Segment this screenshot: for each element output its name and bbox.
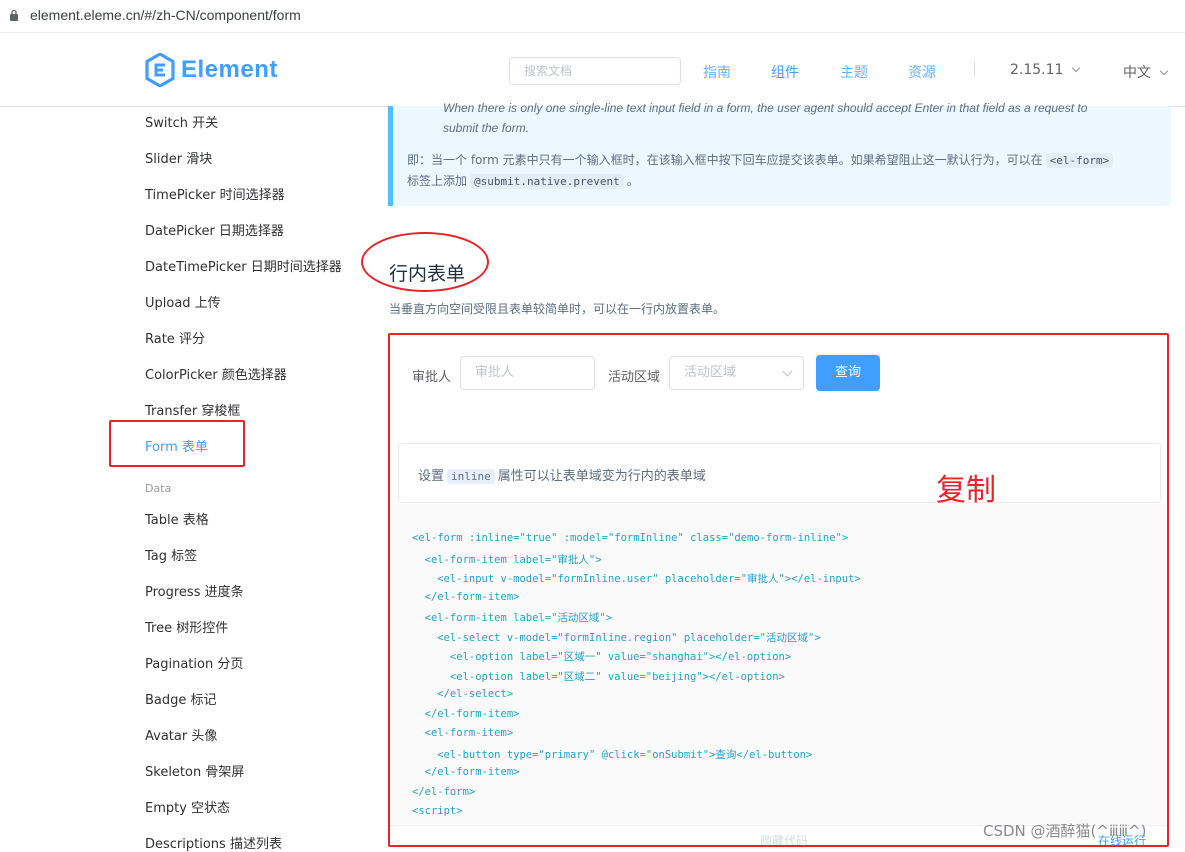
region-select-placeholder: 活动区域	[684, 365, 737, 380]
tip-zh-part-2: 标签上添加	[407, 174, 468, 188]
code-line: <el-form-item label="活动区域">	[412, 612, 613, 624]
code-line: </el-form>	[412, 785, 476, 798]
region-label: 活动区域	[608, 370, 661, 385]
code-line: </el-form-item>	[412, 707, 520, 720]
code-line: <el-form-item>	[412, 727, 514, 739]
chevron-down-icon	[782, 366, 793, 377]
url-text[interactable]: element.eleme.cn/#/zh-CN/component/form	[30, 7, 301, 23]
nav-resource[interactable]: 资源	[908, 62, 936, 82]
language-dropdown[interactable]: 中文	[1123, 62, 1169, 82]
code-line: <el-option label="区域一" value="shanghai">…	[412, 651, 792, 663]
code-line: </el-form-item>	[412, 766, 520, 778]
sidebar-item-tag[interactable]: Tag 标签	[145, 545, 197, 564]
sidebar-item-colorpicker[interactable]: ColorPicker 颜色选择器	[145, 364, 287, 383]
code-line: <script>	[412, 805, 463, 817]
approver-label: 审批人	[412, 370, 452, 385]
element-logo[interactable]: Element	[145, 53, 278, 87]
code-line: <el-option label="区域二" value="beijing"><…	[412, 670, 785, 683]
sidebar-item-tree[interactable]: Tree 树形控件	[145, 617, 228, 636]
nav-guide[interactable]: 指南	[703, 62, 731, 82]
meta-code-inline: inline	[447, 469, 495, 484]
chevron-down-icon	[1072, 63, 1081, 73]
code-line: <el-form-item label="审批人">	[412, 553, 602, 566]
code-block[interactable]: <el-form :inline="true" :model="formInli…	[390, 504, 1167, 824]
sidebar-item-slider[interactable]: Slider 滑块	[145, 148, 212, 167]
tip-en-line-2: submit the form.	[443, 121, 530, 135]
meta-suffix: 属性可以让表单域变为行内的表单域	[497, 469, 706, 484]
tip-en-line-1: When there is only one single-line text …	[443, 101, 1088, 115]
tip-zh-part-1: 即：当一个 form 元素中只有一个输入框时，在该输入框中按下回车应提交该表单。…	[407, 153, 1043, 167]
sidebar-item-skeleton[interactable]: Skeleton 骨架屏	[145, 761, 244, 780]
form-item-annotation-box	[109, 420, 245, 467]
tip-english-text: When there is only one single-line text …	[443, 98, 1143, 138]
demo-block: 审批人 审批人 活动区域 活动区域 查询 设置 inline 属性可以让表单域变为行…	[388, 333, 1169, 847]
sidebar-item-empty[interactable]: Empty 空状态	[145, 797, 230, 816]
sidebar-group-data: Data	[145, 482, 172, 495]
language-label: 中文	[1123, 65, 1151, 81]
sidebar-item-badge[interactable]: Badge 标记	[145, 689, 217, 708]
query-button[interactable]: 查询	[816, 355, 880, 391]
tip-code-submit-prevent: @submit.native.prevent	[470, 174, 624, 189]
code-line: <el-button type="primary" @click="onSubm…	[412, 748, 813, 761]
code-line: </el-form-item>	[412, 590, 520, 603]
demo-description-text: 设置 inline 属性可以让表单域变为行内的表单域	[418, 465, 706, 484]
tip-chinese-text: 即：当一个 form 元素中只有一个输入框时，在该输入框中按下回车应提交该表单。…	[407, 150, 1167, 192]
sidebar-item-switch[interactable]: Switch 开关	[145, 112, 218, 131]
sidebar-item-avatar[interactable]: Avatar 头像	[145, 725, 217, 744]
sidebar-item-descriptions[interactable]: Descriptions 描述列表	[145, 833, 282, 852]
section-description: 当垂直方向空间受限且表单较简单时，可以在一行内放置表单。	[389, 302, 726, 316]
doc-search-input[interactable]: 搜索文档	[509, 57, 681, 85]
region-select[interactable]: 活动区域	[669, 356, 804, 390]
nav-component[interactable]: 组件	[771, 62, 799, 82]
nav-theme[interactable]: 主题	[840, 62, 868, 82]
meta-prefix: 设置	[418, 469, 445, 484]
code-line: </el-select>	[412, 688, 514, 700]
code-line: <el-input v-model="formInline.user" plac…	[412, 573, 861, 585]
chevron-down-icon	[1159, 66, 1169, 76]
version-label: 2.15.11	[1010, 62, 1064, 78]
sidebar-item-datetimepicker[interactable]: DateTimePicker 日期时间选择器	[145, 256, 342, 275]
code-line: <el-form :inline="true" :model="formInli…	[412, 532, 849, 544]
sidebar-item-datepicker[interactable]: DatePicker 日期选择器	[145, 220, 284, 239]
hide-code-button[interactable]: 隐藏代码	[760, 832, 808, 845]
approver-input[interactable]: 审批人	[460, 356, 595, 390]
browser-address-bar[interactable]: element.eleme.cn/#/zh-CN/component/form	[0, 0, 1185, 33]
site-header: Element 搜索文档 指南 组件 主题 资源 2.15.11 中文	[0, 33, 1185, 107]
code-line: <el-select v-model="formInline.region" p…	[412, 631, 821, 644]
lock-icon	[10, 9, 18, 21]
nav-divider	[974, 62, 975, 77]
sidebar-item-pagination[interactable]: Pagination 分页	[145, 653, 243, 672]
sidebar-item-table[interactable]: Table 表格	[145, 509, 209, 528]
version-dropdown[interactable]: 2.15.11	[1010, 62, 1081, 78]
sidebar-item-upload[interactable]: Upload 上传	[145, 292, 221, 311]
copy-annotation: 复制	[936, 473, 996, 508]
sidebar-item-progress[interactable]: Progress 进度条	[145, 581, 244, 600]
logo-text: Element	[181, 56, 278, 83]
title-annotation-circle	[361, 232, 489, 292]
tip-zh-part-3: 。	[626, 174, 639, 188]
tip-code-el-form: <el-form>	[1045, 153, 1114, 168]
demo-description: 设置 inline 属性可以让表单域变为行内的表单域	[398, 443, 1161, 503]
sidebar-item-transfer[interactable]: Transfer 穿梭框	[145, 400, 240, 419]
element-logo-icon	[145, 53, 175, 87]
sidebar-item-rate[interactable]: Rate 评分	[145, 328, 205, 347]
sidebar-item-timepicker[interactable]: TimePicker 时间选择器	[145, 184, 285, 203]
tip-block: When there is only one single-line text …	[388, 101, 1171, 206]
csdn-watermark: CSDN @酒醉猫(^ⅲⅲ^)	[983, 822, 1147, 840]
